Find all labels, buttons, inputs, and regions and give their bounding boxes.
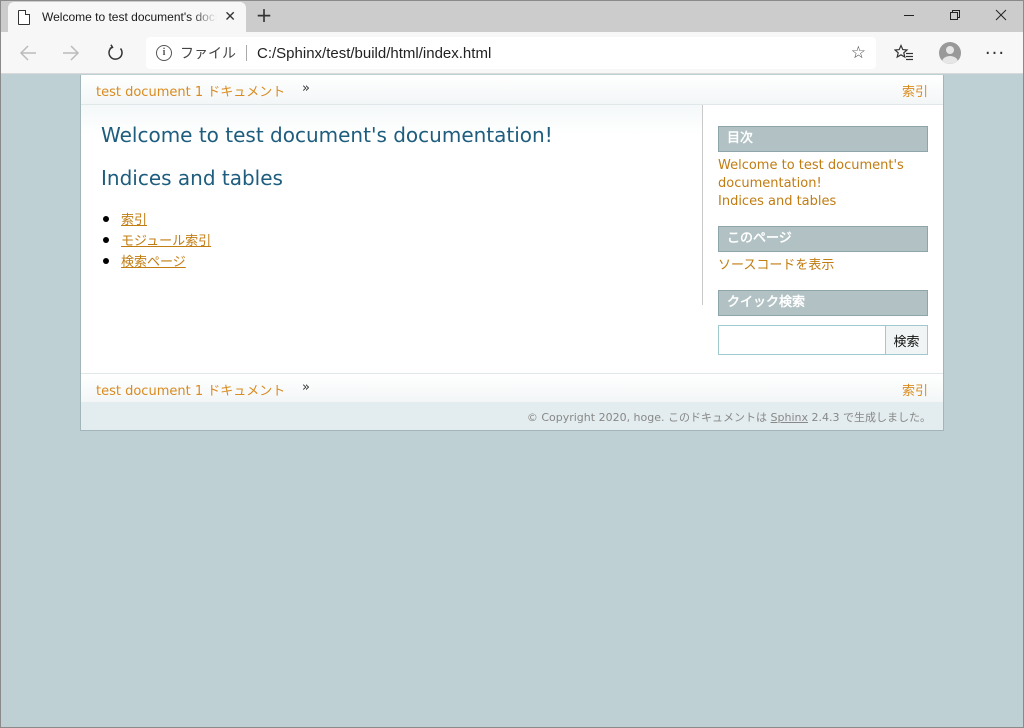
toc-link-welcome[interactable]: Welcome to test document's documentation… xyxy=(718,157,928,193)
indices-list: 索引 モジュール索引 検索ページ xyxy=(102,209,211,272)
general-index-link[interactable]: 索引 xyxy=(902,380,928,399)
restore-button[interactable] xyxy=(932,0,978,30)
favorites-list-icon xyxy=(894,44,913,61)
breadcrumb-separator: » xyxy=(302,380,310,395)
this-page-heading: このページ xyxy=(718,226,928,252)
ellipsis-icon: ··· xyxy=(984,42,1006,64)
show-source-link[interactable]: ソースコードを表示 xyxy=(718,257,928,275)
genindex-link[interactable]: 索引 xyxy=(121,213,147,228)
refresh-button[interactable] xyxy=(100,37,132,69)
list-item: 検索ページ xyxy=(102,251,211,272)
window-controls xyxy=(886,0,1024,32)
profile-button[interactable] xyxy=(934,37,966,69)
footer-text: © Copyright 2020, hoge. このドキュメントは Sphinx… xyxy=(527,409,931,425)
breadcrumb-separator: » xyxy=(302,81,310,96)
star-icon[interactable]: ☆ xyxy=(851,43,866,63)
browser-toolbar: i ファイル C:/Sphinx/test/build/html/index.h… xyxy=(0,32,1024,74)
tab-title: Welcome to test document's documentation… xyxy=(42,10,217,24)
section-heading: Indices and tables xyxy=(101,166,283,190)
footer: © Copyright 2020, hoge. このドキュメントは Sphinx… xyxy=(81,402,943,430)
page-icon xyxy=(18,9,30,25)
toc-link-line-1: Welcome to test document's xyxy=(718,158,904,173)
quick-search-form: 検索 xyxy=(718,325,928,355)
restore-icon xyxy=(950,10,960,20)
toc-link-indices[interactable]: Indices and tables xyxy=(718,193,928,211)
toc-list: Welcome to test document's documentation… xyxy=(718,157,928,211)
browser-tab[interactable]: Welcome to test document's documentation… xyxy=(8,2,246,32)
main-content: Welcome to test document's documentation… xyxy=(81,105,703,305)
search-button[interactable]: 検索 xyxy=(886,325,928,355)
refresh-icon xyxy=(108,44,123,60)
list-item: 索引 xyxy=(102,209,211,230)
avatar-icon xyxy=(939,42,961,64)
copyright-text: © Copyright 2020, hoge. このドキュメントは xyxy=(526,411,768,424)
toc-heading: 目次 xyxy=(718,126,928,152)
page-title: Welcome to test document's documentation… xyxy=(101,123,553,147)
address-separator xyxy=(246,45,247,61)
minimize-button[interactable] xyxy=(886,0,932,30)
close-window-button[interactable] xyxy=(978,0,1024,30)
title-bar: Welcome to test document's documentation… xyxy=(0,0,1024,32)
quick-search-heading: クイック検索 xyxy=(718,290,928,316)
favorites-button[interactable] xyxy=(888,37,920,69)
body-area: Welcome to test document's documentation… xyxy=(81,105,943,373)
general-index-link[interactable]: 索引 xyxy=(902,81,928,100)
forward-button[interactable] xyxy=(55,37,87,69)
list-item: モジュール索引 xyxy=(102,230,211,251)
minimize-icon xyxy=(904,15,914,16)
back-button[interactable] xyxy=(12,37,44,69)
address-bar[interactable]: i ファイル C:/Sphinx/test/build/html/index.h… xyxy=(146,37,876,69)
toc-link-line-2: documentation! xyxy=(718,176,822,191)
new-tab-button[interactable]: + xyxy=(252,4,276,28)
search-input[interactable] xyxy=(718,325,886,355)
arrow-right-icon xyxy=(63,45,80,61)
modindex-link[interactable]: モジュール索引 xyxy=(121,234,211,249)
info-icon[interactable]: i xyxy=(156,45,172,61)
scheme-label: ファイル xyxy=(180,46,236,62)
sidebar: 目次 Welcome to test document's documentat… xyxy=(718,126,928,355)
breadcrumb-home-link[interactable]: test document 1 ドキュメント xyxy=(96,81,285,100)
breadcrumb-home-link[interactable]: test document 1 ドキュメント xyxy=(96,380,285,399)
related-nav-bottom: test document 1 ドキュメント » 索引 xyxy=(81,373,943,403)
document-page: test document 1 ドキュメント » 索引 Welcome to t… xyxy=(80,75,944,431)
arrow-left-icon xyxy=(19,45,36,61)
related-nav-top: test document 1 ドキュメント » 索引 xyxy=(81,75,943,105)
more-button[interactable]: ··· xyxy=(979,37,1011,69)
close-icon xyxy=(995,9,1007,21)
generator-version: 2.4.3 で生成しました。 xyxy=(811,411,932,424)
sphinx-link[interactable]: Sphinx xyxy=(771,411,808,424)
tab-close-icon[interactable]: ✕ xyxy=(224,9,236,25)
search-page-link[interactable]: 検索ページ xyxy=(121,255,186,270)
url-text[interactable]: C:/Sphinx/test/build/html/index.html xyxy=(257,45,491,62)
